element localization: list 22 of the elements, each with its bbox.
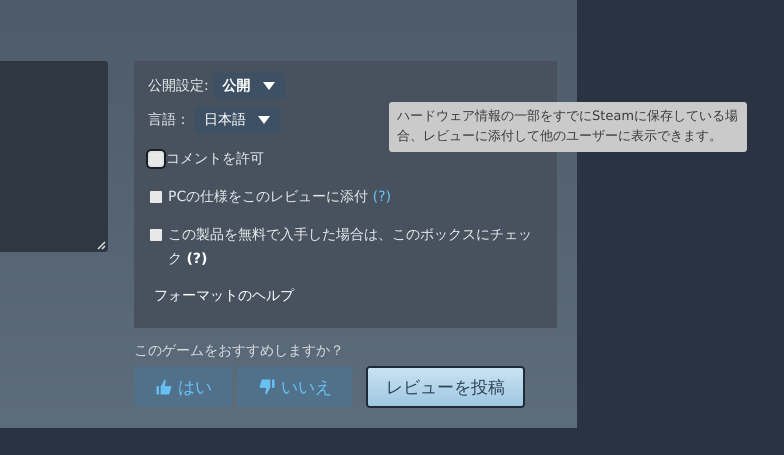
help-link[interactable]: (?) — [186, 251, 208, 267]
help-link[interactable]: (?) — [372, 189, 392, 205]
formatting-help-link[interactable]: フォーマットのヘルプ — [154, 287, 537, 305]
checkbox[interactable] — [150, 191, 162, 203]
checkbox-label: この製品を無料で入手した場合は、このボックスにチェック (?) — [168, 226, 533, 269]
post-review-button[interactable]: レビューを投稿 — [366, 366, 525, 408]
visibility-select[interactable]: 公開 — [212, 73, 285, 99]
caret-icon — [262, 82, 275, 90]
language-label: 言語： — [148, 111, 190, 129]
thumbs-up-icon — [154, 377, 174, 397]
resize-grip-icon — [97, 241, 106, 250]
checkbox[interactable] — [150, 229, 162, 241]
tooltip: ハードウェア情報の一部をすでにSteamに保存している場合、レビューに添付して他のユーザーに表示できます。 — [389, 102, 747, 152]
checkbox[interactable] — [150, 153, 162, 165]
checkbox-label: コメントを許可 — [166, 150, 264, 169]
caret-icon — [258, 116, 270, 124]
thumbs-down-icon — [257, 377, 277, 397]
visibility-label: 公開設定: — [148, 77, 209, 95]
recommend-question: このゲームをおすすめしますか？ — [134, 342, 345, 360]
language-select[interactable]: 日本語 — [194, 107, 280, 133]
review-text-area[interactable] — [0, 61, 108, 252]
checkbox-label: PCの仕様をこのレビューに添付 (?) — [168, 188, 392, 207]
